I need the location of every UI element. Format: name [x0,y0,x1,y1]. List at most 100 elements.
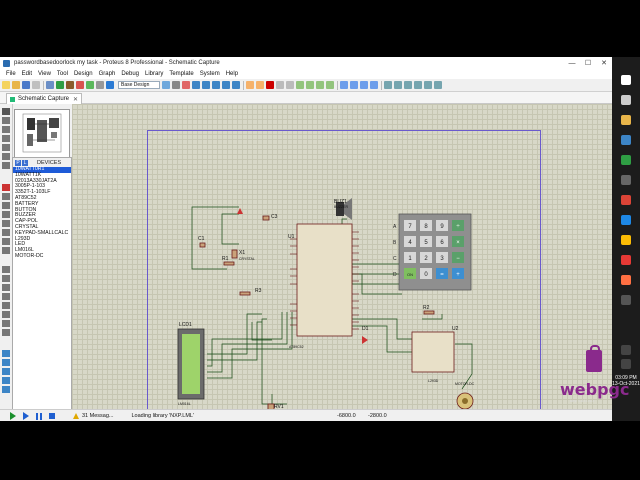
menu-file[interactable]: File [6,71,16,77]
wire-label-icon[interactable] [2,135,10,142]
2d-line-icon[interactable] [2,266,10,273]
zoom-all-icon[interactable] [222,81,230,89]
bom-icon[interactable] [96,81,104,89]
minimize-button[interactable]: — [564,57,580,69]
mirror-y-icon[interactable] [2,386,10,393]
block-move-icon[interactable] [306,81,314,89]
word-icon[interactable] [621,215,631,225]
undo-icon[interactable] [246,81,254,89]
buses-icon[interactable] [2,153,10,160]
open-folder-icon[interactable] [12,81,20,89]
generator-icon[interactable] [2,220,10,227]
pause-simulation-icon[interactable] [36,412,42,420]
design-select[interactable]: Base Design [118,81,160,89]
pcb-layout-icon[interactable] [66,81,74,89]
junction-dot-icon[interactable] [2,126,10,133]
mirror-x-icon[interactable] [2,377,10,384]
zoom-in-icon[interactable] [202,81,210,89]
rotate-ccw-icon[interactable] [2,359,10,366]
close-project-icon[interactable] [32,81,40,89]
pick-device-icon[interactable] [340,81,348,89]
messages-indicator[interactable]: 31 Messag... [73,413,114,419]
zoom-out-icon[interactable] [212,81,220,89]
help-icon[interactable] [106,81,114,89]
remove-sheet-icon[interactable] [424,81,432,89]
property-assign-icon[interactable] [404,81,412,89]
gerber-icon[interactable] [76,81,84,89]
grid-icon[interactable] [172,81,180,89]
menu-view[interactable]: View [38,71,51,77]
menu-help[interactable]: Help [226,71,238,77]
redo-icon[interactable] [256,81,264,89]
library-manager-button[interactable]: L [22,159,28,166]
2d-text-icon[interactable] [2,311,10,318]
play-simulation-icon[interactable] [10,412,16,420]
decompose-icon[interactable] [370,81,378,89]
device-item[interactable]: MOTOR-DC [13,253,71,260]
2d-box-icon[interactable] [2,275,10,282]
tape-recorder-icon[interactable] [2,211,10,218]
block-copy-icon[interactable] [296,81,304,89]
subcircuit-icon[interactable] [2,162,10,169]
2d-path-icon[interactable] [2,302,10,309]
rotation-angle-icon[interactable] [2,368,10,375]
youtube-icon[interactable] [621,255,631,265]
rotate-cw-icon[interactable] [2,350,10,357]
notes-icon[interactable] [621,235,631,245]
virtual-instruments-icon[interactable] [2,247,10,254]
step-simulation-icon[interactable] [23,412,29,420]
selection-mode-icon[interactable] [2,108,10,115]
task-view-icon[interactable] [621,95,631,105]
file-explorer-icon[interactable] [621,115,631,125]
network-icon[interactable] [621,345,631,355]
paste-icon[interactable] [286,81,294,89]
overview-window[interactable] [14,109,70,159]
block-rotate-icon[interactable] [316,81,324,89]
volume-icon[interactable] [621,359,631,369]
menu-tool[interactable]: Tool [57,71,68,77]
netlist-icon[interactable] [434,81,442,89]
pick-device-button[interactable]: P [15,159,21,166]
menu-template[interactable]: Template [169,71,193,77]
menu-debug[interactable]: Debug [121,71,139,77]
pan-icon[interactable] [192,81,200,89]
terminals-mode-icon[interactable] [2,184,10,191]
current-probe-icon[interactable] [2,238,10,245]
new-file-icon[interactable] [2,81,10,89]
component-mode-icon[interactable] [2,117,10,124]
menu-system[interactable]: System [200,71,220,77]
menu-design[interactable]: Design [74,71,93,77]
text-script-icon[interactable] [2,144,10,151]
cut-icon[interactable] [266,81,274,89]
search-tag-icon[interactable] [394,81,402,89]
menu-graph[interactable]: Graph [99,71,116,77]
package-tool-icon[interactable] [360,81,368,89]
settings-icon[interactable] [621,175,631,185]
maximize-button[interactable]: ☐ [580,57,596,69]
tab-schematic-capture[interactable]: Schematic Capture ✕ [6,93,82,104]
origin-icon[interactable] [182,81,190,89]
copy-icon[interactable] [276,81,284,89]
zoom-area-icon[interactable] [232,81,240,89]
2d-arc-icon[interactable] [2,293,10,300]
refresh-icon[interactable] [162,81,170,89]
schematic-canvas[interactable]: 7 8 9 ÷ 4 5 6 × 1 2 3 − ON 0 = + A B C D… [72,104,612,421]
edge-browser-icon[interactable] [621,135,631,145]
3d-view-icon[interactable] [86,81,94,89]
new-sheet-icon[interactable] [414,81,422,89]
2d-circle-icon[interactable] [2,284,10,291]
search-icon[interactable] [621,75,631,85]
make-device-icon[interactable] [350,81,358,89]
schematic-icon[interactable] [56,81,64,89]
menu-edit[interactable]: Edit [22,71,32,77]
home-icon[interactable] [46,81,54,89]
firefox-icon[interactable] [621,275,631,285]
block-delete-icon[interactable] [326,81,334,89]
close-button[interactable]: ✕ [596,57,612,69]
2d-symbol-icon[interactable] [2,320,10,327]
menu-library[interactable]: Library [145,71,163,77]
graph-mode-icon[interactable] [2,202,10,209]
stop-simulation-icon[interactable] [49,413,55,419]
save-icon[interactable] [22,81,30,89]
tab-close-icon[interactable]: ✕ [73,96,78,103]
